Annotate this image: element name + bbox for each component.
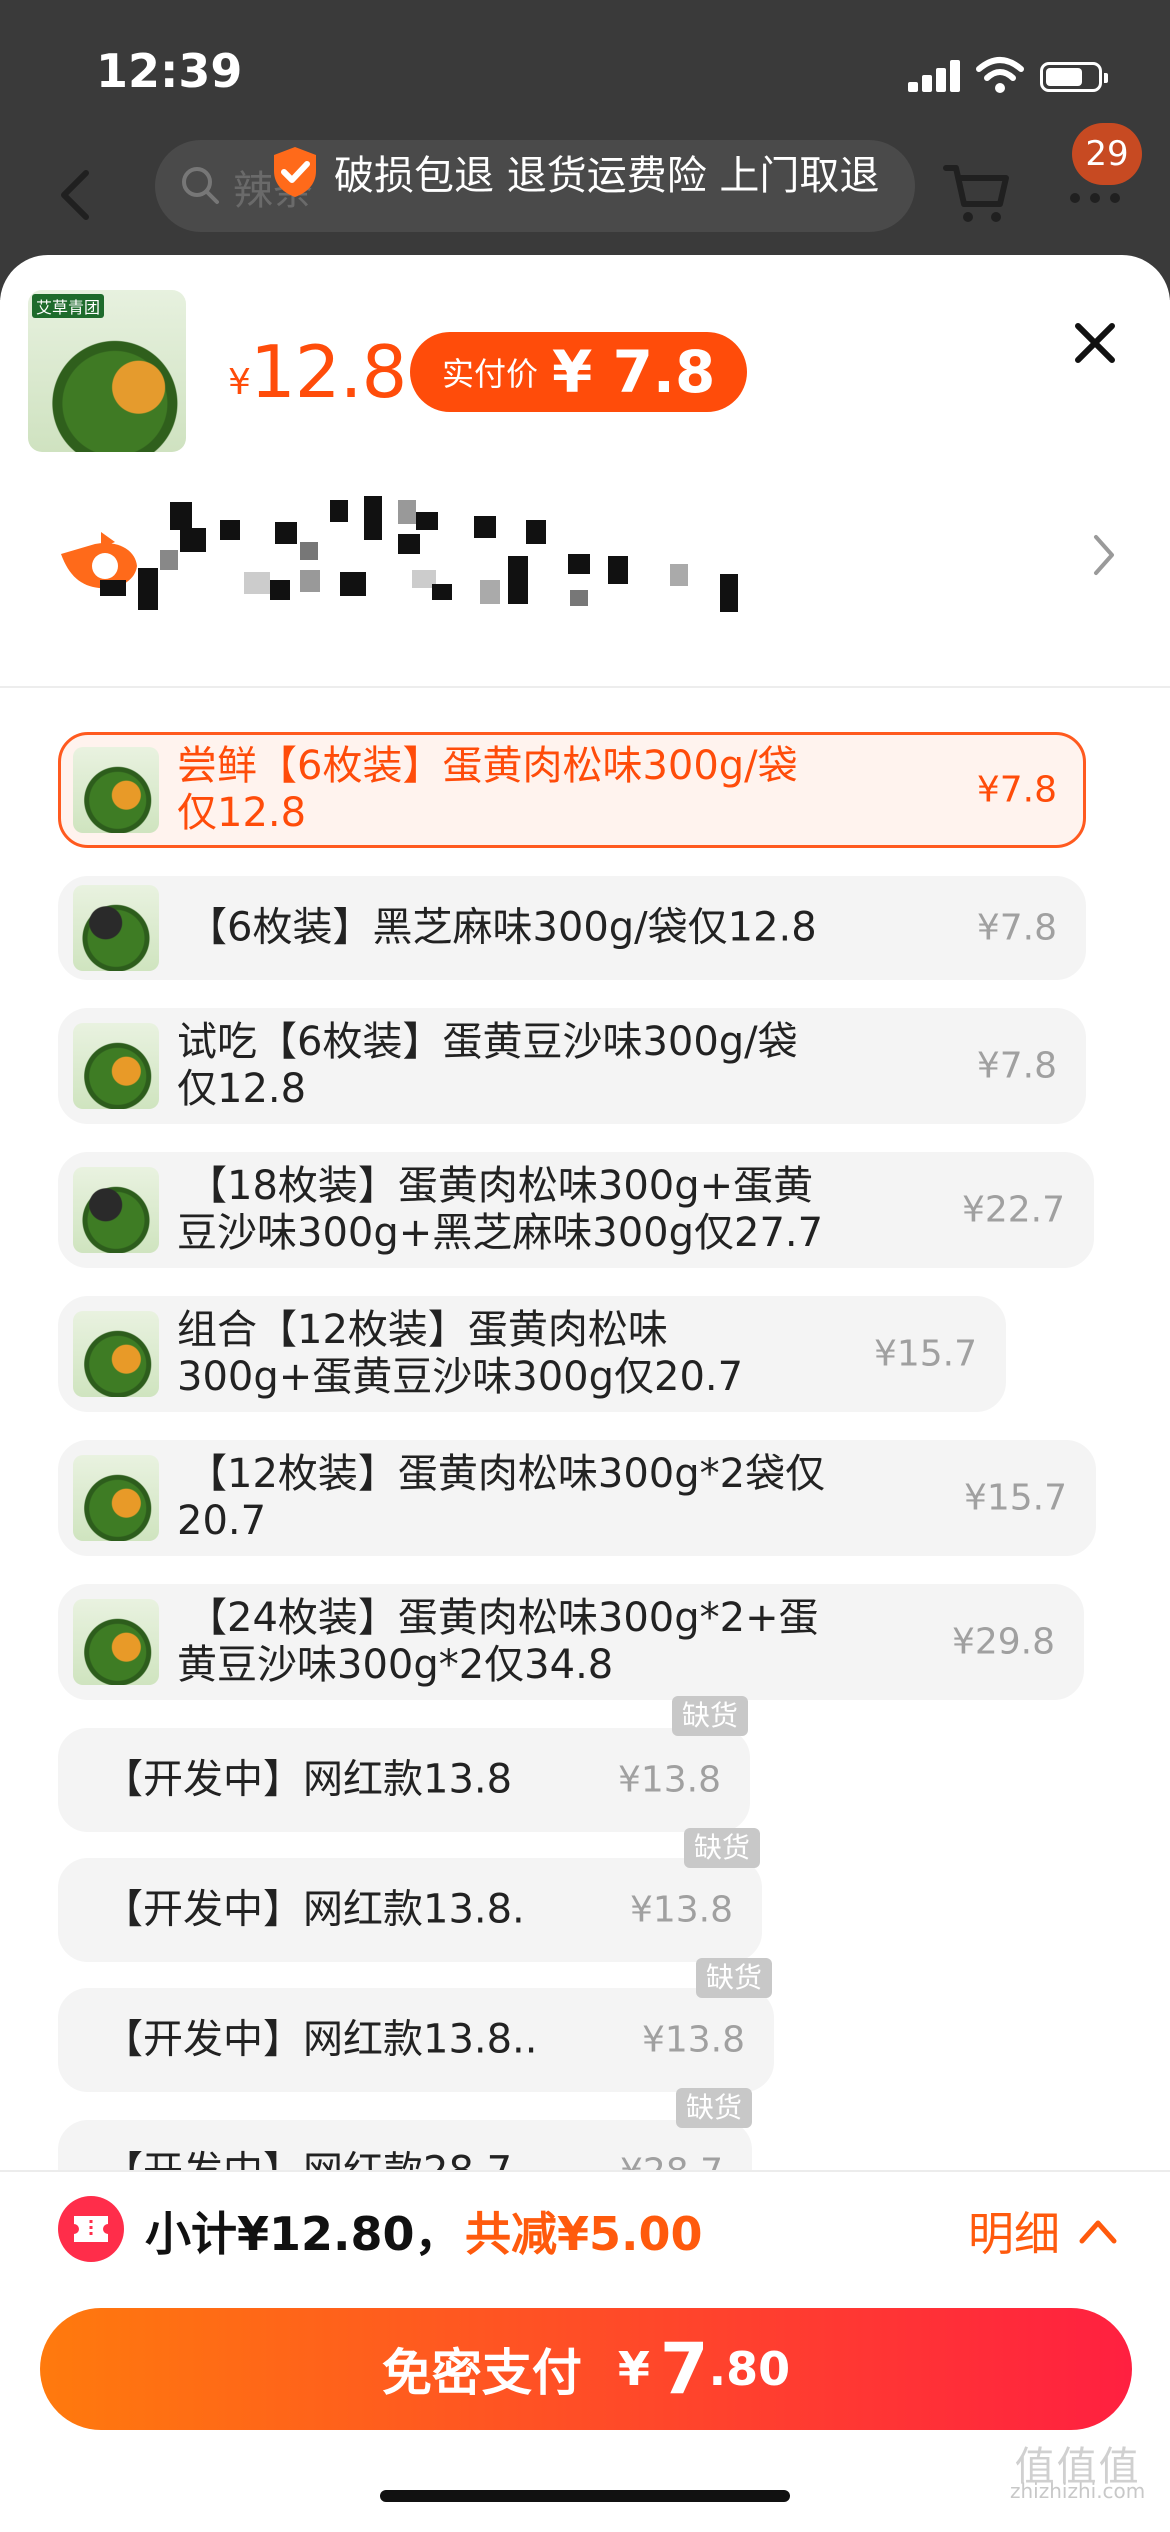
coupon-icon: [58, 2196, 124, 2262]
option-thumbnail: [73, 885, 159, 971]
option-price: ¥15.7: [873, 1333, 977, 1375]
sku-option[interactable]: 【18枚装】蛋黄肉松味300g+蛋黄 豆沙味300g+黑芝麻味300g仅27.7 …: [58, 1152, 1094, 1268]
price-symbol: ¥: [228, 362, 251, 403]
chevron-right-icon[interactable]: [1090, 533, 1118, 577]
option-price: ¥7.8: [976, 769, 1057, 811]
shop-logo-icon: [61, 532, 137, 589]
sku-option[interactable]: 【12枚装】蛋黄肉松味300g*2袋仅 20.7 ¥15.7: [58, 1440, 1096, 1556]
sku-option[interactable]: 【6枚装】黑芝麻味300g/袋仅12.8 ¥7.8: [58, 876, 1086, 980]
option-thumbnail: [73, 747, 159, 833]
sku-option-out-of-stock[interactable]: 【开发中】网红款13.8. ¥13.8: [58, 1858, 762, 1962]
out-of-stock-badge: 缺货: [684, 1828, 761, 1868]
option-price: ¥7.8: [976, 1045, 1057, 1087]
option-price: ¥28.7: [620, 2152, 723, 2171]
option-price: ¥13.8: [641, 2019, 745, 2061]
option-name: 【6枚装】黑芝麻味300g/袋仅12.8: [187, 904, 817, 951]
shield-check-icon: [274, 147, 316, 197]
option-name: 【开发中】网红款13.8..: [103, 2016, 538, 2063]
option-price: ¥7.8: [976, 907, 1057, 949]
option-price: ¥29.8: [951, 1621, 1055, 1663]
option-name: 【18枚装】蛋黄肉松味300g+蛋黄 豆沙味300g+黑芝麻味300g仅27.7: [177, 1163, 824, 1256]
actual-pay-badge: 实付价 ¥ 7.8: [410, 332, 748, 412]
battery-icon: [1040, 62, 1108, 92]
option-thumbnail: [73, 1311, 159, 1397]
sku-option[interactable]: 【24枚装】蛋黄肉松味300g*2+蛋 黄豆沙味300g*2仅34.8 ¥29.8: [58, 1584, 1084, 1700]
option-thumbnail: [73, 1023, 159, 1109]
pay-amount-int: 7: [659, 2328, 709, 2410]
pay-label: 免密支付: [381, 2344, 582, 2402]
sku-option[interactable]: 尝鲜【6枚装】蛋黄肉松味300g/袋 仅12.8 ¥7.8: [58, 732, 1086, 848]
option-thumbnail: [73, 1455, 159, 1541]
out-of-stock-badge: 缺货: [676, 2088, 753, 2128]
thumbnail-label: 艾草青团: [32, 294, 105, 318]
option-name: 组合【12枚装】蛋黄肉松味 300g+蛋黄豆沙味300g仅20.7: [177, 1307, 744, 1400]
sku-option-list: 尝鲜【6枚装】蛋黄肉松味300g/袋 仅12.8 ¥7.8 【6枚装】黑芝麻味30…: [0, 690, 1170, 2170]
chevron-up-icon: [1079, 2220, 1117, 2244]
option-name: 【开发中】网红款13.8: [103, 1756, 513, 1803]
option-name: 试吃【6枚装】蛋黄豆沙味300g/袋 仅12.8: [177, 1019, 798, 1112]
option-name: 【开发中】网红款13.8.: [103, 1886, 525, 1933]
pay-currency: ¥: [617, 2342, 650, 2396]
sku-option[interactable]: 组合【12枚装】蛋黄肉松味 300g+蛋黄豆沙味300g仅20.7 ¥15.7: [58, 1296, 1006, 1412]
watermark: 值值值 zhizhizhi.com: [1010, 2444, 1146, 2503]
sku-option-out-of-stock[interactable]: 【开发中】网红款13.8 ¥13.8: [58, 1728, 750, 1832]
out-of-stock-badge: 缺货: [696, 1958, 773, 1998]
option-name: 【12枚装】蛋黄肉松味300g*2袋仅 20.7: [177, 1451, 826, 1544]
option-price: ¥13.8: [629, 1889, 733, 1931]
option-price: ¥15.7: [963, 1477, 1067, 1519]
wifi-icon: [976, 57, 1024, 93]
option-price: ¥13.8: [617, 1759, 721, 1801]
cellular-signal-icon: [908, 60, 962, 92]
option-name: 尝鲜【6枚装】蛋黄肉松味300g/袋 仅12.8: [177, 743, 798, 836]
option-thumbnail: [73, 1599, 159, 1685]
subtotal-text: 小计¥12.80，: [145, 2207, 461, 2261]
product-thumbnail[interactable]: 艾草青团: [28, 290, 186, 452]
status-time: 12:39: [96, 44, 243, 98]
discount-text: 共减¥5.00: [465, 2207, 703, 2261]
actual-pay-value: ¥ 7.8: [552, 338, 716, 406]
sku-option-out-of-stock[interactable]: 【开发中】网红款28.7 ¥28.7: [58, 2120, 752, 2170]
pay-amount-dec: .80: [708, 2342, 791, 2396]
home-indicator: [380, 2490, 790, 2502]
cart-icon[interactable]: [942, 160, 1012, 226]
redacted-shop-info: [100, 490, 770, 630]
guarantee-banner: 破损包退 退货运费险 上门取退: [270, 142, 879, 202]
cart-count-badge: 29: [1072, 123, 1142, 185]
option-thumbnail: [73, 1167, 159, 1253]
sku-option[interactable]: 试吃【6枚装】蛋黄豆沙味300g/袋 仅12.8 ¥7.8: [58, 1008, 1086, 1124]
close-icon[interactable]: [1070, 318, 1120, 368]
option-price: ¥22.7: [961, 1189, 1065, 1231]
section-divider: [0, 686, 1170, 688]
pay-button[interactable]: 免密支付 ¥ 7 .80: [40, 2308, 1132, 2430]
guarantee-text: 破损包退 退货运费险 上门取退: [334, 153, 880, 199]
sku-option-out-of-stock[interactable]: 【开发中】网红款13.8.. ¥13.8: [58, 1988, 774, 2092]
actual-pay-label: 实付价: [442, 355, 539, 393]
product-price: 12.8: [250, 330, 407, 414]
option-name: 【开发中】网红款28.7: [103, 2149, 512, 2171]
price-detail-toggle[interactable]: 明细: [968, 2198, 1118, 2264]
search-icon: [182, 167, 219, 204]
back-icon[interactable]: [52, 165, 98, 225]
out-of-stock-badge: 缺货: [672, 1696, 749, 1736]
detail-label: 明细: [968, 2207, 1060, 2261]
option-name: 【24枚装】蛋黄肉松味300g*2+蛋 黄豆沙味300g*2仅34.8: [177, 1595, 819, 1688]
